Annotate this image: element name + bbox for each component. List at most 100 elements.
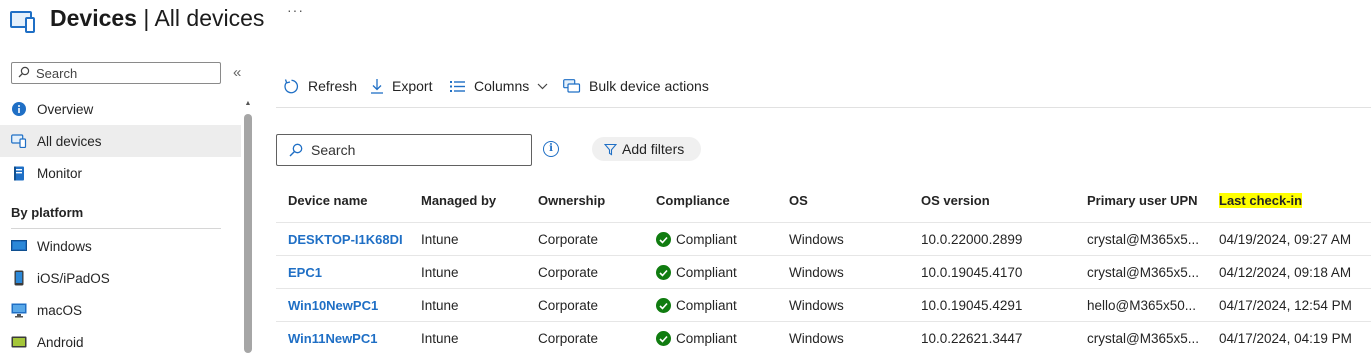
sidebar-item-label: Android xyxy=(37,334,84,350)
sidebar-item-all-devices[interactable]: All devices xyxy=(0,125,241,157)
search-icon xyxy=(289,143,303,157)
device-search-input[interactable]: Search xyxy=(276,134,532,166)
last-check-in-cell: 04/17/2024, 12:54 PM xyxy=(1219,298,1352,313)
highlighted-header-text: Last check-in xyxy=(1219,193,1303,208)
column-header-compliance[interactable]: Compliance xyxy=(656,193,730,208)
sidebar-item-android[interactable]: Android xyxy=(0,326,241,353)
desktop-icon xyxy=(11,302,27,318)
columns-label: Columns xyxy=(474,78,530,94)
device-name-link[interactable]: EPC1 xyxy=(288,265,322,280)
managed-by-cell: Intune xyxy=(421,232,459,247)
filter-icon xyxy=(604,143,617,156)
compliance-cell: Compliant xyxy=(656,232,737,247)
device-name-link[interactable]: Win11NewPC1 xyxy=(288,331,377,346)
compliance-label: Compliant xyxy=(676,232,737,247)
windows-icon xyxy=(11,238,27,254)
search-icon xyxy=(18,66,30,81)
primary-user-upn-cell: hello@M365x50... xyxy=(1087,298,1197,313)
ownership-cell: Corporate xyxy=(538,331,599,346)
check-circle-icon xyxy=(656,232,671,247)
column-header-managed-by[interactable]: Managed by xyxy=(421,193,496,208)
phone-icon xyxy=(11,270,27,286)
device-name-link[interactable]: Win10NewPC1 xyxy=(288,298,378,313)
last-check-in-cell: 04/19/2024, 09:27 AM xyxy=(1219,232,1352,247)
devices-icon xyxy=(11,133,27,149)
os-cell: Windows xyxy=(789,298,844,313)
os-version-cell: 10.0.22000.2899 xyxy=(921,232,1023,247)
export-button[interactable]: Export xyxy=(370,76,432,96)
columns-dropdown-button[interactable]: Columns xyxy=(449,76,548,96)
column-header-os-version[interactable]: OS version xyxy=(921,193,990,208)
managed-by-cell: Intune xyxy=(421,298,459,313)
ownership-cell: Corporate xyxy=(538,232,599,247)
chevron-down-icon xyxy=(537,83,548,90)
add-filters-button[interactable]: Add filters xyxy=(592,137,701,161)
sidebar-scrollbar[interactable] xyxy=(244,114,252,353)
sidebar-item-label: Monitor xyxy=(37,165,83,181)
sidebar-item-overview[interactable]: Overview xyxy=(0,93,241,125)
sidebar-item-label: macOS xyxy=(37,302,83,318)
collapse-sidebar-button[interactable]: « xyxy=(233,64,241,81)
primary-user-upn-cell: crystal@M365x5... xyxy=(1087,265,1199,280)
divider xyxy=(11,228,221,229)
row-divider xyxy=(276,288,1371,289)
toolbar-divider xyxy=(276,107,1371,108)
refresh-label: Refresh xyxy=(308,78,358,94)
bulk-device-actions-label: Bulk device actions xyxy=(589,78,709,94)
sidebar-item-label: Windows xyxy=(37,238,92,254)
export-label: Export xyxy=(392,78,433,94)
last-check-in-cell: 04/17/2024, 04:19 PM xyxy=(1219,331,1352,346)
android-icon xyxy=(11,334,27,350)
os-cell: Windows xyxy=(789,331,844,346)
compliance-cell: Compliant xyxy=(656,298,737,313)
managed-by-cell: Intune xyxy=(421,265,459,280)
os-cell: Windows xyxy=(789,265,844,280)
compliance-label: Compliant xyxy=(676,331,737,346)
download-icon xyxy=(370,78,384,94)
last-check-in-cell: 04/12/2024, 09:18 AM xyxy=(1219,265,1352,280)
os-version-cell: 10.0.19045.4170 xyxy=(921,265,1023,280)
compliance-cell: Compliant xyxy=(656,331,737,346)
page-title: Devices | All devices xyxy=(50,4,265,31)
sidebar-item-label: iOS/iPadOS xyxy=(37,270,110,286)
sidebar-search-input[interactable]: Search xyxy=(11,62,221,84)
managed-by-cell: Intune xyxy=(421,331,459,346)
os-cell: Windows xyxy=(789,232,844,247)
column-header-os[interactable]: OS xyxy=(789,193,808,208)
columns-list-icon xyxy=(449,80,466,93)
check-circle-icon xyxy=(656,265,671,280)
monitor-book-icon xyxy=(11,165,27,181)
column-header-ownership[interactable]: Ownership xyxy=(538,193,605,208)
sidebar-item-windows[interactable]: Windows xyxy=(0,230,241,262)
check-circle-icon xyxy=(656,298,671,313)
device-search-placeholder: Search xyxy=(311,142,356,158)
sidebar-item-label: Overview xyxy=(37,101,94,117)
sidebar-item-label: All devices xyxy=(37,133,102,149)
device-name-link[interactable]: DESKTOP-I1K68DI xyxy=(288,232,403,247)
refresh-icon xyxy=(283,78,300,95)
sidebar-search-placeholder: Search xyxy=(36,65,78,81)
info-icon[interactable]: i xyxy=(543,141,559,157)
row-divider xyxy=(276,321,1371,322)
bulk-devices-icon xyxy=(563,78,581,94)
sidebar-item-ios-ipados[interactable]: iOS/iPadOS xyxy=(0,262,241,294)
column-header-device-name[interactable]: Device name xyxy=(288,193,368,208)
row-divider xyxy=(276,255,1371,256)
column-header-primary-user-upn[interactable]: Primary user UPN xyxy=(1087,193,1198,208)
add-filters-label: Add filters xyxy=(622,141,685,157)
row-divider xyxy=(276,222,1371,223)
sidebar-item-macos[interactable]: macOS xyxy=(0,294,241,326)
sidebar-item-monitor[interactable]: Monitor xyxy=(0,157,241,189)
compliance-label: Compliant xyxy=(676,298,737,313)
column-header-last-check-in[interactable]: Last check-in xyxy=(1219,193,1303,208)
compliance-label: Compliant xyxy=(676,265,737,280)
scroll-up-arrow[interactable]: ▲ xyxy=(244,100,252,108)
compliance-cell: Compliant xyxy=(656,265,737,280)
os-version-cell: 10.0.22621.3447 xyxy=(921,331,1023,346)
devices-icon xyxy=(10,9,38,33)
primary-user-upn-cell: crystal@M365x5... xyxy=(1087,331,1199,346)
os-version-cell: 10.0.19045.4291 xyxy=(921,298,1023,313)
bulk-device-actions-button[interactable]: Bulk device actions xyxy=(563,76,709,96)
refresh-button[interactable]: Refresh xyxy=(283,76,357,96)
more-options-button[interactable]: ··· xyxy=(287,2,304,18)
